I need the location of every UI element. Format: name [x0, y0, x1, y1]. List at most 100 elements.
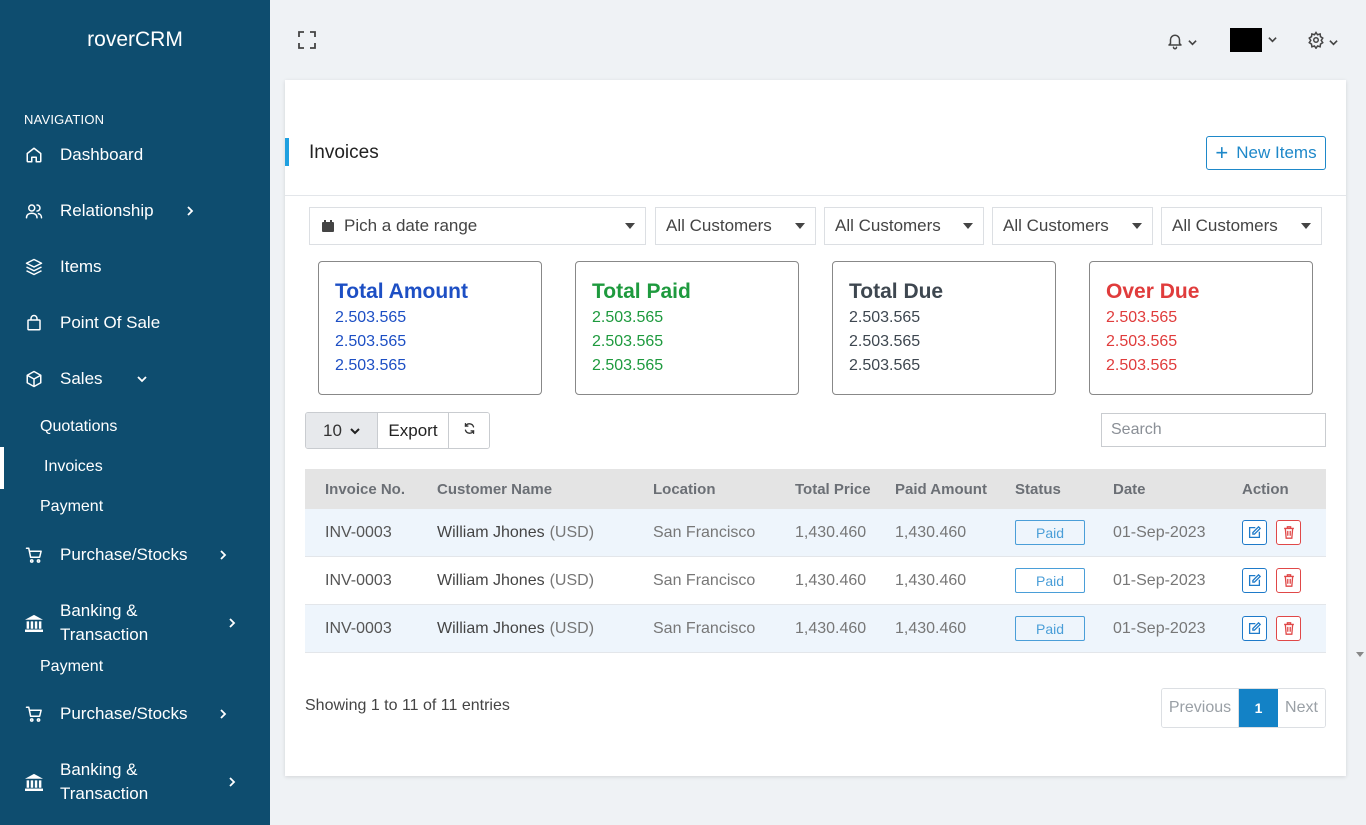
caret-down-icon: [625, 223, 635, 229]
sidebar-subitem-payment-duplicate[interactable]: Payment: [40, 658, 103, 676]
sidebar-item-sales[interactable]: Sales: [0, 367, 270, 391]
table-row[interactable]: INV-0003 William Jhones (USD) San Franci…: [305, 557, 1326, 605]
edit-icon: [1248, 526, 1261, 539]
sidebar-item-point-of-sale[interactable]: Point Of Sale: [0, 311, 270, 335]
stat-total-amount: Total Amount 2.503.565 2.503.565 2.503.5…: [318, 261, 542, 395]
new-items-button[interactable]: + New Items: [1206, 136, 1326, 170]
customer-filter-4[interactable]: All Customers: [1161, 207, 1322, 245]
search-input[interactable]: [1101, 413, 1326, 447]
user-menu-button[interactable]: [1230, 28, 1277, 52]
stat-value: 2.503.565: [849, 309, 921, 326]
edit-button[interactable]: [1242, 616, 1267, 641]
customer-filter-2[interactable]: All Customers: [824, 207, 984, 245]
col-paid-amount[interactable]: Paid Amount: [895, 469, 987, 509]
sidebar-item-dashboard[interactable]: Dashboard: [0, 143, 270, 167]
stat-value: 2.503.565: [335, 309, 407, 326]
caret-down-icon: [1132, 223, 1142, 229]
chevron-right-icon: [226, 617, 238, 629]
sidebar-item-banking-transaction-2[interactable]: Banking & Transaction: [0, 758, 270, 806]
sidebar-item-purchase-stocks[interactable]: Purchase/Stocks: [0, 543, 270, 567]
date-range-select[interactable]: Pich a date range: [309, 207, 646, 245]
caret-down-icon: [963, 223, 973, 229]
customer-cell: William Jhones (USD): [437, 605, 594, 652]
sidebar-item-purchase-stocks-2[interactable]: Purchase/Stocks: [0, 702, 270, 726]
sidebar-subitem-payment[interactable]: Payment: [40, 498, 103, 516]
stat-title: Over Due: [1106, 280, 1200, 303]
invoice-no[interactable]: INV-0003: [325, 509, 392, 556]
paid-amount: 1,430.460: [895, 619, 967, 637]
new-items-label: New Items: [1236, 143, 1317, 162]
scroll-down-icon[interactable]: [1356, 652, 1364, 657]
chevron-down-icon: [1188, 34, 1197, 52]
paid-amount: 1,430.460: [895, 523, 967, 541]
stat-value: 2.503.565: [849, 333, 921, 350]
stat-title: Total Paid: [592, 280, 691, 303]
pagination: Previous 1 Next: [1161, 688, 1326, 728]
customer-filter-label: All Customers: [666, 216, 772, 235]
chevron-down-icon: [350, 421, 360, 441]
previous-page-button[interactable]: Previous: [1162, 689, 1239, 727]
date: 01-Sep-2023: [1113, 619, 1206, 637]
edit-button[interactable]: [1242, 568, 1267, 593]
delete-button[interactable]: [1276, 520, 1301, 545]
col-date[interactable]: Date: [1113, 469, 1146, 509]
sidebar-subitem-quotations[interactable]: Quotations: [40, 418, 117, 436]
col-location[interactable]: Location: [653, 469, 716, 509]
sidebar-item-items[interactable]: Items: [0, 255, 270, 279]
chevron-down-icon: [136, 373, 148, 385]
customer-name: William Jhones: [437, 619, 545, 637]
cart-icon: [24, 704, 44, 724]
delete-button[interactable]: [1276, 616, 1301, 641]
table-row[interactable]: INV-0003 William Jhones (USD) San Franci…: [305, 509, 1326, 557]
shopping-bag-icon: [24, 313, 44, 333]
settings-button[interactable]: [1307, 31, 1338, 54]
refresh-button[interactable]: [449, 413, 489, 448]
col-action: Action: [1242, 480, 1289, 498]
col-invoice-no[interactable]: Invoice No.: [325, 469, 405, 509]
invoice-no[interactable]: INV-0003: [325, 605, 392, 652]
fullscreen-icon[interactable]: [298, 31, 316, 49]
col-customer-name[interactable]: Customer Name: [437, 469, 552, 509]
plus-icon: +: [1215, 140, 1229, 165]
nav-heading: NAVIGATION: [24, 112, 105, 127]
page-button-current[interactable]: 1: [1239, 689, 1278, 727]
status-cell: Paid: [1015, 557, 1085, 604]
page-title: Invoices: [309, 142, 379, 163]
col-status[interactable]: Status: [1015, 469, 1061, 509]
delete-button[interactable]: [1276, 568, 1301, 593]
sidebar-item-label: Purchase/Stocks: [60, 545, 188, 564]
chevron-right-icon: [217, 549, 229, 561]
action-cell: [1242, 557, 1301, 604]
chevron-down-icon: [1268, 31, 1277, 49]
edit-icon: [1248, 574, 1261, 587]
stat-value: 2.503.565: [592, 357, 664, 374]
trash-icon: [1283, 526, 1294, 539]
col-total-price[interactable]: Total Price: [795, 469, 871, 509]
sidebar-item-relationship[interactable]: Relationship: [0, 199, 270, 223]
location: San Francisco: [653, 523, 756, 541]
sidebar-item-label: Dashboard: [60, 145, 144, 164]
invoices-table: Invoice No. Customer Name Location Total…: [305, 469, 1326, 653]
sidebar-item-label: Items: [60, 257, 102, 276]
export-button[interactable]: Export: [378, 413, 449, 448]
customer-filter-3[interactable]: All Customers: [992, 207, 1153, 245]
sidebar-item-banking-transaction[interactable]: Banking & Transaction: [0, 599, 270, 647]
paid-amount: 1,430.460: [895, 571, 967, 589]
next-page-button[interactable]: Next: [1278, 689, 1325, 727]
total-price: 1,430.460: [795, 619, 867, 637]
page-length-select[interactable]: 10: [306, 413, 378, 448]
layers-icon: [24, 257, 44, 277]
chevron-right-icon: [226, 776, 238, 788]
sidebar-subitem-invoices[interactable]: Invoices: [44, 458, 103, 476]
notifications-button[interactable]: [1166, 31, 1197, 55]
users-icon: [24, 201, 44, 221]
table-row[interactable]: INV-0003 William Jhones (USD) San Franci…: [305, 605, 1326, 653]
bank-icon: [24, 613, 44, 633]
edit-button[interactable]: [1242, 520, 1267, 545]
chevron-down-icon: [1329, 34, 1338, 52]
trash-icon: [1283, 574, 1294, 587]
status-badge: Paid: [1015, 520, 1085, 545]
invoice-no[interactable]: INV-0003: [325, 557, 392, 604]
customer-filter-1[interactable]: All Customers: [655, 207, 816, 245]
brand-logo[interactable]: roverCRM: [0, 28, 270, 52]
